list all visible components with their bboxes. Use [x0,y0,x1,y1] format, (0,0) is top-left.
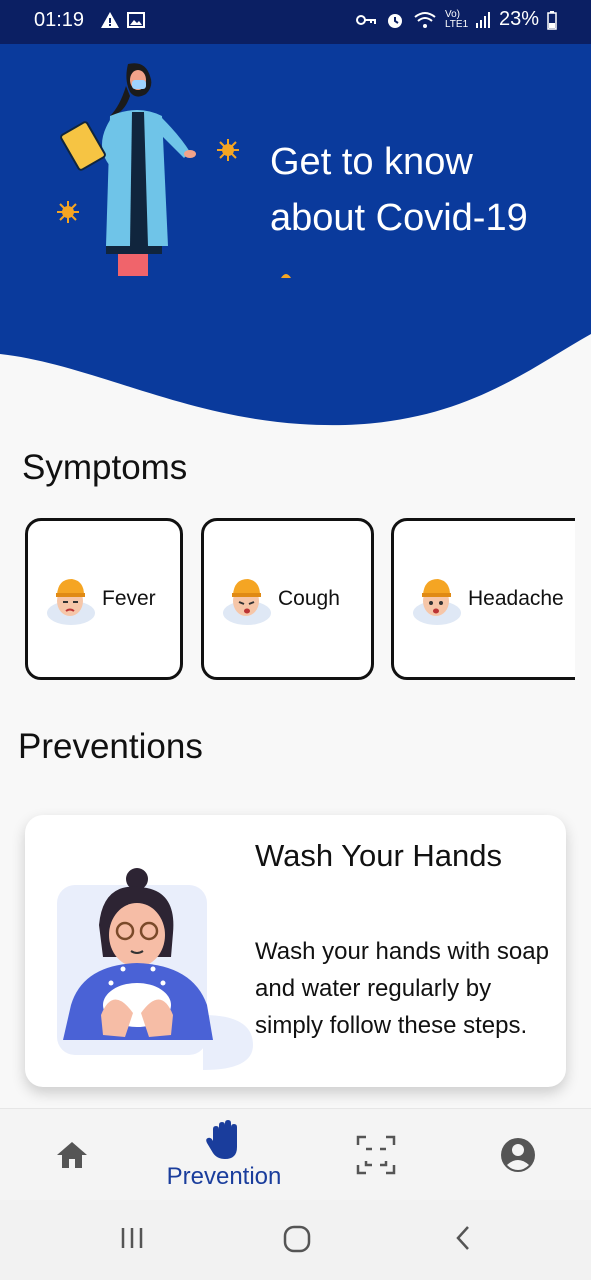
symptom-label: Headache [468,587,564,610]
hand-icon [206,1120,237,1159]
virus-icon [217,139,239,161]
symptom-card-fever[interactable]: Fever [25,518,183,680]
status-right-icons: Vo) LTE1 23% [355,8,557,31]
hero-title-line1: Get to know [270,141,473,183]
status-time: 01:19 [34,9,85,31]
doctor-illustration-icon [60,63,196,276]
headache-face-icon [413,579,461,625]
battery-icon [547,10,557,30]
battery-percent: 23% [498,8,539,30]
network-type: Vo) LTE1 [444,8,469,30]
recent-apps-icon[interactable] [118,1224,146,1252]
hero-banner: Get to know about Covid-19 [0,44,591,444]
nav-prevention-label: Prevention [166,1163,282,1190]
preventions-heading: Preventions [18,727,203,766]
system-navigation-bar [0,1200,591,1280]
prevention-card-wash-hands[interactable]: Wash Your Hands Wash your hands with soa… [25,815,566,1087]
status-notification-icons [100,10,146,30]
hero-title: Get to know about Covid-19 [270,134,580,246]
prevention-title: Wash Your Hands [255,838,503,873]
prevention-description: Wash your hands with soap and water regu… [255,938,549,1039]
bottom-navigation: Prevention [0,1108,591,1200]
home-icon [57,1142,87,1168]
status-bar: 01:19 Vo) LTE1 23% [0,0,591,44]
symptom-card-cough[interactable]: Cough [201,518,374,680]
sick-face-icon [47,579,95,625]
coughing-face-icon [223,579,271,625]
wifi-icon [414,11,436,28]
washing-hands-illustration-icon [57,868,253,1070]
image-icon [127,12,145,28]
signal-icon [475,11,490,28]
nav-prevention[interactable]: Prevention [150,1109,298,1201]
nav-home[interactable] [32,1109,112,1201]
alarm-icon [387,13,402,28]
vpn-key-icon [355,14,376,25]
symptoms-heading: Symptoms [22,448,188,487]
hero-title-line2: about Covid-19 [270,197,528,239]
account-icon [501,1138,535,1172]
scan-icon [356,1135,396,1175]
symptom-label: Fever [102,587,156,610]
warning-icon [101,12,119,28]
back-icon[interactable] [450,1224,478,1252]
symptoms-list[interactable]: Fever Cough Headache [16,516,575,682]
symptom-label: Cough [278,587,340,610]
nav-profile[interactable] [478,1109,558,1201]
virus-icon [57,201,79,223]
home-button-icon[interactable] [282,1224,312,1254]
symptom-card-headache[interactable]: Headache [391,518,575,680]
virus-icon [281,274,291,278]
nav-scan[interactable] [336,1109,416,1201]
